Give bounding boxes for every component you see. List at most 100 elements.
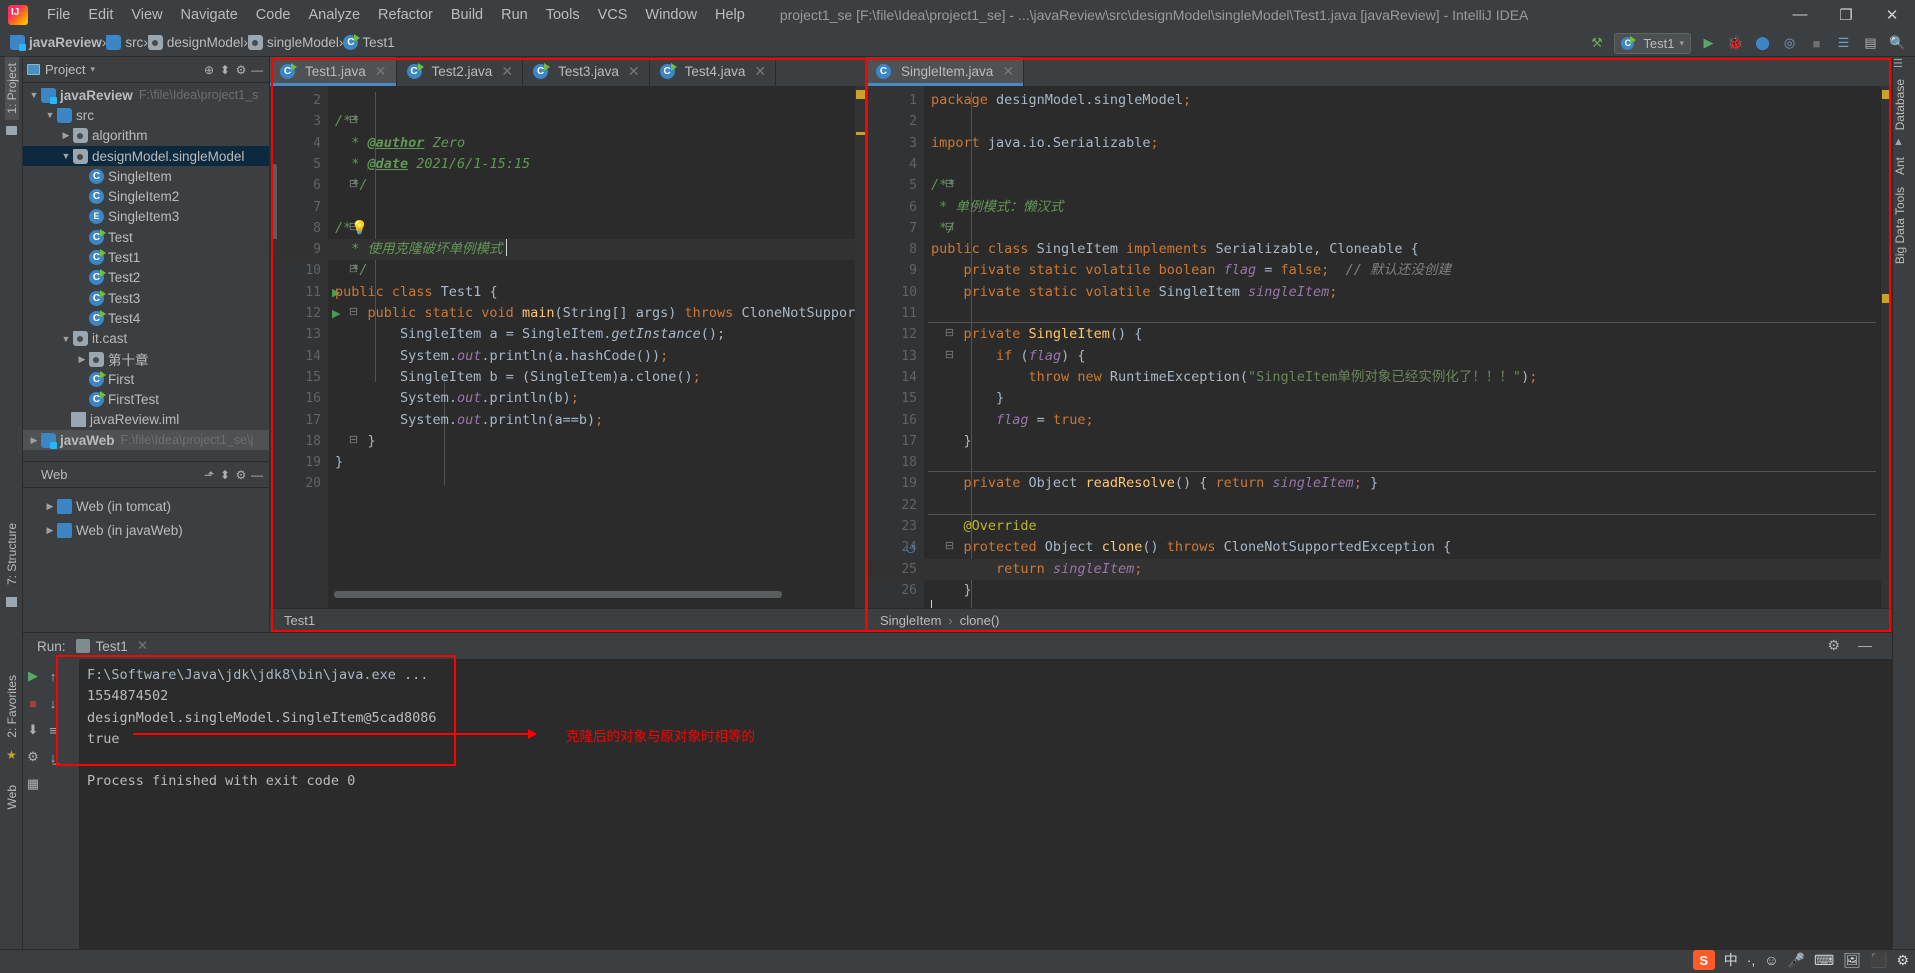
code-line[interactable]: */ — [335, 260, 866, 281]
chevron-down-icon[interactable]: ▼ — [43, 110, 57, 120]
close-icon[interactable]: ✕ — [375, 63, 387, 80]
tree-item-Test3[interactable]: C Test3 — [23, 288, 269, 308]
code-line[interactable]: System.out.println(a==b); — [335, 410, 866, 431]
gear-icon[interactable]: ⚙ — [1827, 637, 1840, 654]
code-line[interactable]: protected Object clone() throws CloneNot… — [931, 537, 1892, 558]
gear-icon[interactable]: ⚙ — [233, 467, 249, 483]
code-line[interactable]: SingleItem a = SingleItem.getInstance(); — [335, 324, 866, 345]
marker-warning[interactable] — [1882, 294, 1891, 303]
tool-window-web[interactable]: Web — [5, 779, 19, 815]
code-line[interactable]: private static volatile SingleItem singl… — [931, 282, 1892, 303]
code-line[interactable]: public class Test1 { — [335, 282, 866, 303]
tab-Test1-java[interactable]: C Test1.java ✕ — [270, 57, 397, 86]
code-line[interactable]: /*💡 — [335, 218, 866, 239]
minimize-icon[interactable]: — — [249, 62, 265, 78]
marker-warning[interactable] — [856, 90, 865, 99]
breadcrumb-Test1[interactable]: C Test1 — [343, 34, 395, 50]
code-line[interactable]: * 单例模式：懒汉式 — [931, 197, 1892, 218]
code-line[interactable]: @Override — [931, 516, 1892, 537]
menu-item-build[interactable]: Build — [442, 4, 492, 26]
breadcrumb-designModel[interactable]: designModel — [147, 35, 243, 50]
code-line[interactable]: } — [335, 431, 866, 452]
menu-item-code[interactable]: Code — [247, 4, 300, 26]
expand-all-icon[interactable]: ⬏ — [201, 467, 217, 483]
update-project-icon[interactable]: ☰ — [1834, 34, 1853, 53]
code-line[interactable] — [931, 452, 1892, 473]
code-line[interactable]: package designModel.singleModel; — [931, 90, 1892, 111]
code-line[interactable]: System.out.println(b); — [335, 388, 866, 409]
tab-Test4-java[interactable]: C Test4.java ✕ — [649, 57, 777, 86]
console-output[interactable]: F:\Software\Java\jdk\jdk8\bin\java.exe .… — [79, 659, 1892, 949]
menu-item-run[interactable]: Run — [492, 4, 537, 26]
code-line[interactable]: System.out.println(a.hashCode()); — [335, 346, 866, 367]
tree-item-javaReview[interactable]: ▼ javaReview F:\file\Idea\project1_s — [23, 85, 269, 105]
tree-item-Test1[interactable]: C Test1 — [23, 247, 269, 267]
maximize-button[interactable]: ❐ — [1823, 0, 1869, 29]
menu-item-refactor[interactable]: Refactor — [369, 4, 442, 26]
project-tree[interactable]: ▼ javaReview F:\file\Idea\project1_s ▼ s… — [23, 83, 269, 451]
ime-screenshot-icon[interactable]: 🖼 — [1843, 952, 1861, 969]
code-line[interactable]: /** — [335, 111, 866, 132]
run-button[interactable]: ▶ — [1699, 34, 1718, 53]
breadcrumb-singleModel[interactable]: singleModel — [247, 35, 339, 50]
tree-item-web-in-tomcat[interactable]: ▶ Web (in tomcat) — [23, 494, 269, 518]
chevron-right-icon[interactable]: ▶ — [27, 435, 41, 446]
breadcrumb-method-clone[interactable]: clone() — [960, 613, 1000, 628]
menu-item-edit[interactable]: Edit — [79, 4, 122, 26]
trace-icon[interactable]: ⬇ — [23, 721, 43, 739]
code-line[interactable] — [931, 111, 1892, 132]
project-panel-title[interactable]: Project ▾ — [27, 62, 201, 77]
code-line[interactable]: if (flag) { — [931, 346, 1892, 367]
menu-item-navigate[interactable]: Navigate — [172, 4, 247, 26]
search-icon[interactable]: 🔍 — [1888, 34, 1907, 53]
web-tree[interactable]: ▶ Web (in tomcat) ▶ Web (in javaWeb) — [23, 488, 269, 542]
code-line[interactable]: } — [931, 431, 1892, 452]
soft-wrap-icon[interactable]: ≡ — [43, 721, 63, 739]
code-line[interactable]: * @author Zero — [335, 133, 866, 154]
close-icon[interactable]: ✕ — [628, 63, 640, 80]
build-hammer-icon[interactable]: ⚒ — [1587, 34, 1606, 53]
menu-bar[interactable]: File Edit View Navigate Code Analyze Ref… — [38, 4, 754, 26]
stop-icon[interactable]: ■ — [1807, 34, 1826, 53]
tree-item-Test4[interactable]: C Test4 — [23, 308, 269, 328]
code-line[interactable] — [931, 495, 1892, 516]
ime-settings-icon[interactable]: ⚙ — [1896, 952, 1909, 969]
run-configuration-selector[interactable]: C Test1 ▾ — [1614, 32, 1691, 54]
code-line[interactable] — [931, 154, 1892, 175]
breadcrumb-class-Test1[interactable]: Test1 — [284, 613, 315, 628]
close-icon[interactable]: ✕ — [1002, 63, 1014, 80]
tree-item-web-in-javaweb[interactable]: ▶ Web (in javaWeb) — [23, 518, 269, 542]
code-line[interactable] — [335, 197, 866, 218]
tree-item-SingleItem[interactable]: C SingleItem — [23, 166, 269, 186]
run-toolbar-col1[interactable]: ▶ ■ ⬇ ⚙ ▦ — [23, 663, 43, 793]
print-icon[interactable]: ⚙ — [23, 748, 43, 766]
run-tab-Test1[interactable]: Test1 ✕ — [75, 638, 148, 654]
arrow-down-icon[interactable]: ↓ — [43, 694, 63, 712]
code-line[interactable]: private Object readResolve() { return si… — [931, 473, 1892, 494]
code-line[interactable]: SingleItem b = (SingleItem)a.clone(); — [335, 367, 866, 388]
stop-icon[interactable]: ■ — [23, 694, 43, 712]
tool-window-ant[interactable]: Ant — [1893, 151, 1907, 181]
breadcrumb-class-SingleItem[interactable]: SingleItem — [880, 613, 941, 628]
editor-tabs-right[interactable]: C SingleItem.java ✕ — [866, 57, 1892, 86]
tool-window-project[interactable]: 1: Project — [4, 57, 19, 120]
breadcrumb-src[interactable]: src — [106, 35, 143, 50]
menu-item-analyze[interactable]: Analyze — [299, 4, 369, 26]
code-line[interactable]: * 使用克隆破坏单例模式 — [335, 239, 866, 260]
tree-item-designModel-singleModel[interactable]: ▼ designModel.singleModel — [23, 145, 269, 167]
menu-item-help[interactable]: Help — [706, 4, 754, 26]
ime-toolbox-icon[interactable]: ⬛ — [1870, 952, 1887, 969]
code-line[interactable]: public class SingleItem implements Seria… — [931, 239, 1892, 260]
system-tray[interactable]: S 中 ·, ☺ 🎤 ⌨ 🖼 ⬛ ⚙ — [1692, 949, 1909, 971]
tool-window-database[interactable]: Database — [1893, 73, 1907, 136]
chevron-right-icon[interactable]: ▶ — [59, 130, 73, 141]
minimize-button[interactable]: — — [1777, 0, 1823, 29]
tree-item-javaReview-iml[interactable]: javaReview.iml — [23, 410, 269, 430]
tree-item-chapter-ten[interactable]: ▶ 第十章 — [23, 349, 269, 369]
tab-Test3-java[interactable]: C Test3.java ✕ — [523, 57, 650, 86]
code-line[interactable]: private SingleItem() { — [931, 324, 1892, 345]
code-line[interactable]: /** — [931, 175, 1892, 196]
chevron-right-icon[interactable]: ▶ — [43, 501, 57, 512]
code-line[interactable]: */ — [931, 218, 1892, 239]
chevron-down-icon[interactable]: ▼ — [59, 151, 73, 161]
